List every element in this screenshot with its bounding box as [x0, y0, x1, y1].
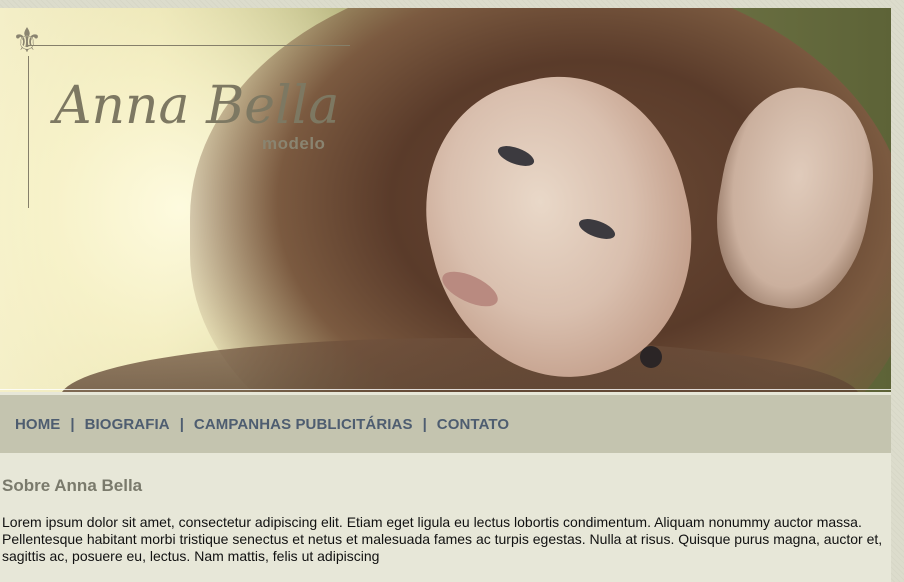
logo-name[interactable]: Anna Bella	[54, 76, 339, 136]
nav-link-home[interactable]: HOME	[15, 416, 60, 433]
nav-separator: |	[422, 415, 427, 433]
page: ⚜ Anna Bella modelo HOME | BIOGRAFIA | C…	[0, 8, 891, 582]
logo-vertical-rule	[28, 56, 29, 208]
nav-separator: |	[179, 415, 184, 433]
section-heading: Sobre Anna Bella	[2, 476, 143, 495]
banner-divider-light	[0, 389, 891, 390]
nav-link-campanhas[interactable]: CAMPANHAS PUBLICITÁRIAS	[194, 416, 413, 433]
logo-subtitle: modelo	[262, 134, 326, 153]
nav-separator: |	[70, 415, 75, 433]
header-banner: ⚜ Anna Bella modelo	[0, 8, 891, 392]
nav-link-contato[interactable]: CONTATO	[437, 416, 509, 433]
fleur-de-lis-icon: ⚜	[11, 21, 43, 61]
main-navigation: HOME | BIOGRAFIA | CAMPANHAS PUBLICITÁRI…	[0, 395, 891, 453]
section-paragraph: Lorem ipsum dolor sit amet, consectetur …	[2, 514, 883, 564]
nav-link-biografia[interactable]: BIOGRAFIA	[85, 416, 170, 433]
main-content: Sobre Anna Bella Lorem ipsum dolor sit a…	[2, 476, 884, 565]
banner-photo-earring	[640, 346, 662, 368]
logo-horizontal-rule	[28, 45, 350, 46]
